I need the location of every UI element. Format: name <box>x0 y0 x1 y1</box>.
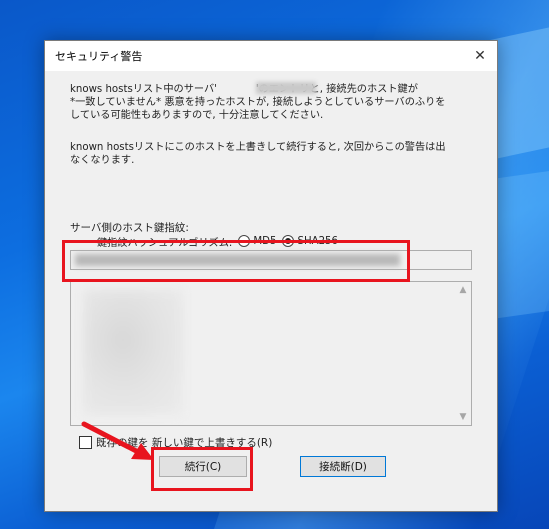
pointer-arrow-icon <box>81 421 154 460</box>
